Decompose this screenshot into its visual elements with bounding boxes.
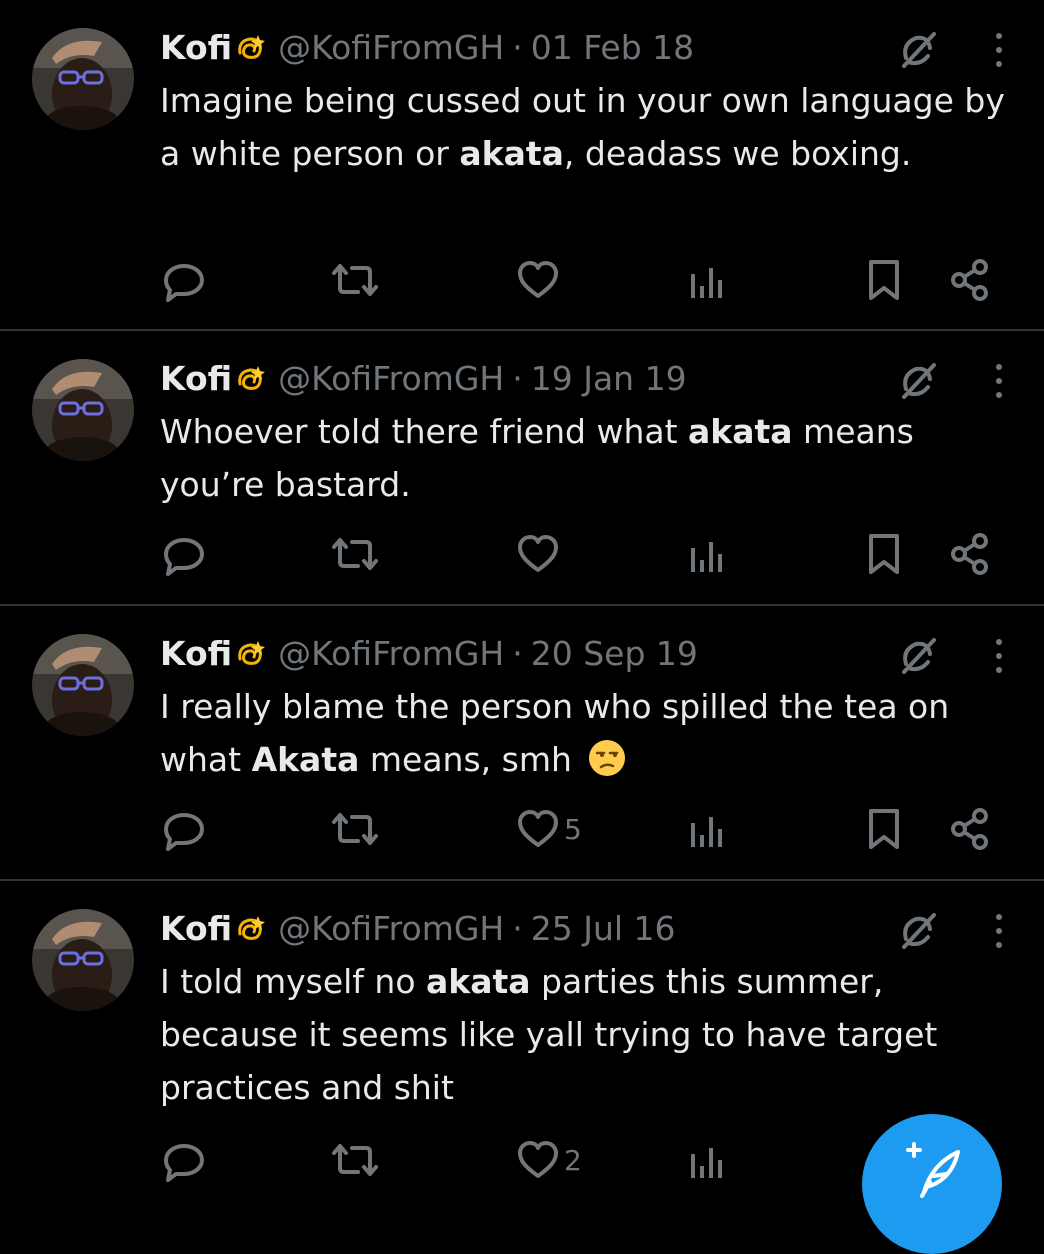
like-button[interactable]: 5 <box>516 804 582 854</box>
tweet-header: Kofi @KofiFromGH · 20 Sep 19 <box>160 634 698 674</box>
reply-button[interactable] <box>162 804 206 854</box>
unamused-face-emoji-icon <box>589 740 626 776</box>
grok-icon[interactable] <box>896 28 940 72</box>
share-icon <box>951 259 988 301</box>
dizzy-emoji-icon <box>238 641 266 665</box>
views-button[interactable] <box>690 255 724 305</box>
tweet-header: Kofi @KofiFromGH · 19 Jan 19 <box>160 359 687 399</box>
retweet-button[interactable] <box>330 529 380 579</box>
reply-button[interactable] <box>162 529 206 579</box>
timestamp[interactable]: 19 Jan 19 <box>531 359 687 399</box>
bookmark-button[interactable] <box>868 529 900 579</box>
handle[interactable]: @KofiFromGH <box>278 909 504 949</box>
like-icon <box>518 1141 558 1178</box>
separator: · <box>512 634 523 673</box>
like-icon <box>518 535 558 572</box>
bookmark-icon <box>869 534 899 574</box>
bookmark-button[interactable] <box>868 804 900 854</box>
avatar[interactable] <box>32 28 134 130</box>
tweet-text: Whoever told there friend what akata mea… <box>160 412 914 504</box>
retweet-icon <box>332 1144 378 1176</box>
dizzy-emoji-icon <box>238 366 266 390</box>
timestamp[interactable]: 01 Feb 18 <box>531 28 694 68</box>
views-button[interactable] <box>690 529 724 579</box>
reply-button[interactable] <box>162 1135 206 1185</box>
like-button[interactable] <box>516 255 564 305</box>
reply-icon <box>164 264 204 302</box>
like-button[interactable] <box>516 529 564 579</box>
share-button[interactable] <box>950 804 990 854</box>
display-name[interactable]: Kofi <box>160 634 232 674</box>
avatar[interactable] <box>32 359 134 461</box>
tweet-header: Kofi @KofiFromGH · 25 Jul 16 <box>160 909 676 949</box>
bookmark-icon <box>869 809 899 849</box>
bookmark-button[interactable] <box>868 255 900 305</box>
like-button[interactable]: 2 <box>516 1135 582 1185</box>
reply-button[interactable] <box>162 255 206 305</box>
tweet-actions: 5 <box>0 804 1044 854</box>
retweet-button[interactable] <box>330 804 380 854</box>
share-button[interactable] <box>950 529 990 579</box>
grok-icon[interactable] <box>896 909 940 953</box>
share-icon <box>951 533 988 575</box>
separator: · <box>512 359 523 398</box>
avatar[interactable] <box>32 634 134 736</box>
compose-tweet-button[interactable] <box>862 1114 1002 1254</box>
reply-icon <box>164 538 204 576</box>
tweet[interactable]: Kofi @KofiFromGH · 19 Jan 19 Whoever tol… <box>0 331 1044 606</box>
display-name[interactable]: Kofi <box>160 359 232 399</box>
separator: · <box>512 909 523 948</box>
retweet-icon <box>332 264 378 296</box>
more-options-icon[interactable] <box>992 636 1006 676</box>
views-icon <box>691 1148 722 1178</box>
like-count: 2 <box>564 1143 582 1177</box>
handle[interactable]: @KofiFromGH <box>278 634 504 674</box>
tweet-actions <box>0 255 1044 305</box>
dizzy-emoji-icon <box>238 35 266 59</box>
avatar[interactable] <box>32 909 134 1011</box>
views-button[interactable] <box>690 1135 724 1185</box>
share-icon <box>951 808 988 850</box>
handle[interactable]: @KofiFromGH <box>278 28 504 68</box>
views-icon <box>691 817 722 847</box>
dizzy-emoji-icon <box>238 916 266 940</box>
grok-icon[interactable] <box>896 359 940 403</box>
views-icon <box>691 268 722 298</box>
retweet-icon <box>332 813 378 845</box>
timestamp[interactable]: 20 Sep 19 <box>531 634 698 674</box>
retweet-button[interactable] <box>330 255 380 305</box>
tweet[interactable]: Kofi @KofiFromGH · 20 Sep 19 I really bl… <box>0 606 1044 881</box>
display-name[interactable]: Kofi <box>160 909 232 949</box>
compose-tweet-icon <box>906 1142 960 1198</box>
display-name[interactable]: Kofi <box>160 28 232 68</box>
separator: · <box>512 28 523 67</box>
share-button[interactable] <box>950 255 990 305</box>
more-options-icon[interactable] <box>992 361 1006 401</box>
tweet[interactable]: Kofi @KofiFromGH · 01 Feb 18 Imagine bei… <box>0 0 1044 331</box>
like-icon <box>518 810 558 847</box>
views-button[interactable] <box>690 804 724 854</box>
handle[interactable]: @KofiFromGH <box>278 359 504 399</box>
bookmark-icon <box>869 260 899 300</box>
tweet-header: Kofi @KofiFromGH · 01 Feb 18 <box>160 28 694 68</box>
retweet-button[interactable] <box>330 1135 380 1185</box>
reply-icon <box>164 1144 204 1182</box>
tweet-text: Imagine being cussed out in your own lan… <box>160 81 1005 173</box>
tweet-actions <box>0 529 1044 579</box>
tweet-text: I told myself no akata parties this summ… <box>160 962 938 1107</box>
reply-icon <box>164 813 204 851</box>
tweet-text: I really blame the person who spilled th… <box>160 687 950 779</box>
retweet-icon <box>332 538 378 570</box>
like-icon <box>518 261 558 298</box>
timestamp[interactable]: 25 Jul 16 <box>531 909 676 949</box>
grok-icon[interactable] <box>896 634 940 678</box>
views-icon <box>691 542 722 572</box>
more-options-icon[interactable] <box>992 911 1006 951</box>
like-count: 5 <box>564 812 582 846</box>
more-options-icon[interactable] <box>992 30 1006 70</box>
